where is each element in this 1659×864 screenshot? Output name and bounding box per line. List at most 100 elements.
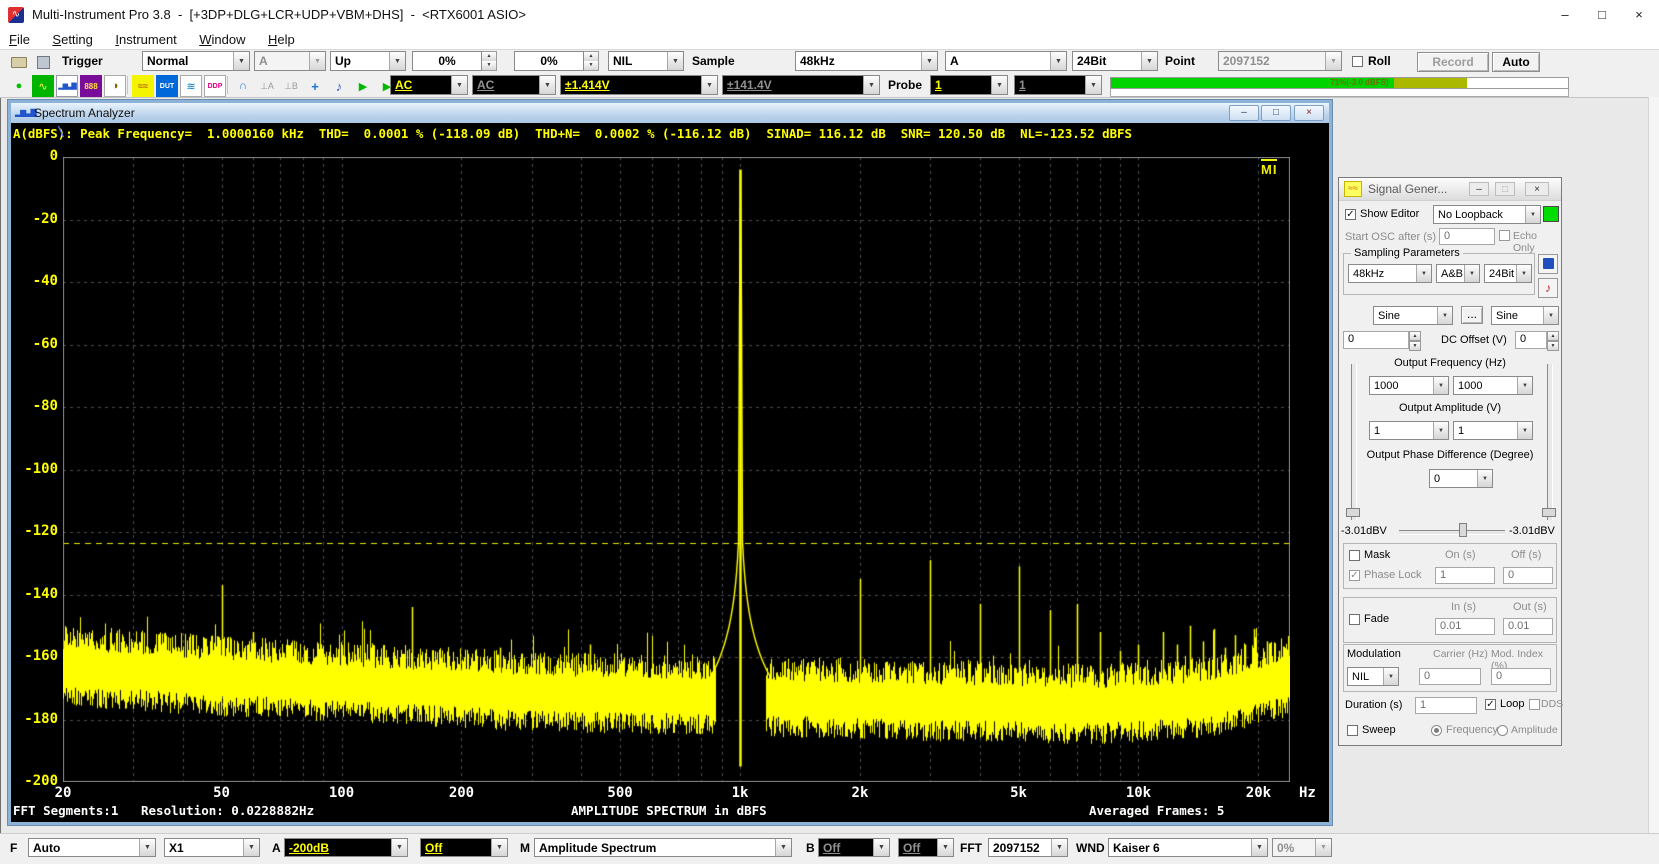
- dc-offset-a-input[interactable]: 0: [1343, 331, 1409, 349]
- phase-select[interactable]: 0▼: [1429, 469, 1493, 488]
- fft-points-select[interactable]: 2097152▼: [988, 838, 1068, 857]
- sample-rate-select[interactable]: 48kHz▼: [795, 51, 938, 71]
- bit-depth-select[interactable]: 24Bit▼: [1072, 51, 1158, 71]
- spectrum-window-titlebar[interactable]: ▂▆▃▇ Spectrum Analyzer – □ ×: [11, 103, 1329, 123]
- mask-on-input[interactable]: 1: [1435, 567, 1495, 584]
- fade-out-input[interactable]: 0.01: [1503, 618, 1553, 635]
- balance-slider[interactable]: [1399, 530, 1505, 535]
- fade-in-input[interactable]: 0.01: [1435, 618, 1495, 635]
- display-mode-select[interactable]: Amplitude Spectrum▼: [534, 838, 792, 857]
- start-osc-input[interactable]: 0: [1439, 228, 1495, 245]
- output-level-handle-b[interactable]: [1542, 508, 1556, 517]
- sg-channels-select[interactable]: A&B▼: [1436, 264, 1480, 283]
- record-button[interactable]: Record: [1417, 52, 1489, 72]
- fade-checkbox[interactable]: [1349, 614, 1360, 625]
- frequency-a-select[interactable]: 1000▼: [1369, 376, 1449, 395]
- sweep-checkbox[interactable]: [1347, 725, 1358, 736]
- sweep-frequency-radio[interactable]: [1431, 725, 1442, 736]
- auto-button[interactable]: Auto: [1492, 52, 1540, 72]
- balance-handle[interactable]: [1459, 523, 1467, 537]
- play-icon[interactable]: ▶: [352, 75, 374, 97]
- coupling-b-select[interactable]: AC▼: [472, 75, 556, 95]
- maximize-button[interactable]: □: [1584, 0, 1620, 29]
- derived-data-point-icon[interactable]: ∩: [232, 75, 254, 97]
- amplitude-a-select[interactable]: 1▼: [1369, 421, 1449, 440]
- amplitude-b-select[interactable]: 1▼: [1453, 421, 1533, 440]
- coupling-a-select[interactable]: AC▼: [390, 75, 468, 95]
- sg-maximize-button[interactable]: □: [1495, 182, 1515, 196]
- menu-file[interactable]: File: [0, 30, 39, 47]
- dc-offset-b-stepper[interactable]: ▲▼: [1547, 331, 1559, 349]
- phase-lock-checkbox[interactable]: ✓: [1349, 570, 1360, 581]
- close-button[interactable]: ×: [1621, 0, 1657, 29]
- mask-off-input[interactable]: 0: [1503, 567, 1553, 584]
- loop-checkbox[interactable]: ✓: [1485, 699, 1496, 710]
- trigger-edge-select[interactable]: Up▼: [330, 51, 406, 71]
- sampling-channels-select[interactable]: A▼: [945, 51, 1067, 71]
- zoom-select[interactable]: X1▼: [164, 838, 260, 857]
- range-b-db-select[interactable]: Off▼: [818, 838, 890, 857]
- output-level-slider-a[interactable]: [1351, 364, 1357, 520]
- spectrum-close-button[interactable]: ×: [1294, 105, 1324, 121]
- probe-b-select[interactable]: 1▼: [1014, 75, 1102, 95]
- menu-setting[interactable]: Setting: [43, 30, 101, 47]
- modulation-select[interactable]: NIL▼: [1347, 667, 1399, 686]
- save-waveform-button[interactable]: [1538, 254, 1558, 274]
- waveform-b-select[interactable]: Sine▼: [1491, 306, 1559, 325]
- sg-bits-select[interactable]: 24Bit▼: [1484, 264, 1532, 283]
- trigger-level-stepper[interactable]: 0% ▲▼: [412, 51, 497, 71]
- roll-checkbox[interactable]: [1352, 56, 1363, 67]
- spectrum-minimize-button[interactable]: –: [1229, 105, 1259, 121]
- echo-only-checkbox[interactable]: [1499, 230, 1510, 241]
- output-level-handle-a[interactable]: [1346, 508, 1360, 517]
- more-waveform-button[interactable]: ...: [1461, 306, 1483, 324]
- range-a-select[interactable]: ±1.414V▼: [560, 75, 718, 95]
- ref-b-select[interactable]: Off▼: [898, 838, 954, 857]
- data-logger-icon[interactable]: ≋: [180, 75, 202, 97]
- ddp-viewer-icon[interactable]: DDP: [204, 75, 226, 97]
- sg-close-button[interactable]: ×: [1525, 182, 1549, 196]
- mdi-scrollbar[interactable]: [1648, 97, 1659, 833]
- oscilloscope-icon[interactable]: ∿: [32, 75, 54, 97]
- menu-help[interactable]: Help: [259, 30, 304, 47]
- dut-icon[interactable]: DUT: [156, 75, 178, 97]
- window-function-select[interactable]: Kaiser 6▼: [1108, 838, 1268, 857]
- sweep-amplitude-radio[interactable]: [1497, 725, 1508, 736]
- run-generator-button[interactable]: [1543, 206, 1559, 222]
- sound-device-icon[interactable]: ♪: [328, 75, 350, 97]
- open-icon[interactable]: [8, 51, 30, 73]
- dc-offset-a-stepper[interactable]: ▲▼: [1409, 331, 1421, 349]
- loopback-select[interactable]: No Loopback▼: [1433, 205, 1541, 224]
- trigger-mode-select[interactable]: Normal▼: [142, 51, 250, 71]
- spectrum-maximize-button[interactable]: □: [1261, 105, 1291, 121]
- carrier-input[interactable]: 0: [1419, 668, 1481, 685]
- mod-index-input[interactable]: 0: [1491, 668, 1551, 685]
- range-a-db-select[interactable]: -200dB▼: [284, 838, 408, 857]
- probe-a-select[interactable]: 1▼: [930, 75, 1008, 95]
- dds-checkbox[interactable]: [1529, 699, 1540, 710]
- record-points-select[interactable]: 2097152▼: [1218, 51, 1342, 71]
- sg-sample-rate-select[interactable]: 48kHz▼: [1348, 264, 1432, 283]
- menu-instrument[interactable]: Instrument: [106, 30, 185, 47]
- spectrum-analyzer-icon[interactable]: ▂▆▃▇: [56, 75, 78, 97]
- waveform-a-select[interactable]: Sine▼: [1373, 306, 1453, 325]
- mask-checkbox[interactable]: [1349, 550, 1360, 561]
- trigger-hpf-select[interactable]: NIL▼: [608, 51, 684, 71]
- multimeter-icon[interactable]: 888: [80, 75, 102, 97]
- trigger-delay-stepper[interactable]: 0% ▲▼: [514, 51, 599, 71]
- duration-input[interactable]: 1: [1415, 697, 1477, 714]
- audio-file-button[interactable]: ♪: [1538, 278, 1558, 298]
- range-b-select[interactable]: ±141.4V▼: [722, 75, 880, 95]
- trigger-source-select[interactable]: A▼: [254, 51, 326, 71]
- signal-generator-icon[interactable]: ≈≈: [132, 75, 154, 97]
- frequency-b-select[interactable]: 1000▼: [1453, 376, 1533, 395]
- device-test-plan-icon[interactable]: ◑: [104, 75, 126, 97]
- ref-a-select[interactable]: Off▼: [420, 838, 508, 857]
- spectrum-plot[interactable]: [63, 157, 1290, 782]
- run-icon[interactable]: ●: [8, 75, 30, 97]
- marker-probe-icon[interactable]: +: [304, 75, 326, 97]
- save-icon[interactable]: [32, 51, 54, 73]
- overlap-select[interactable]: 0%▼: [1272, 838, 1332, 857]
- dc-offset-b-input[interactable]: 0: [1515, 331, 1547, 349]
- cursor-reader-a-icon[interactable]: ⊥A: [256, 75, 278, 97]
